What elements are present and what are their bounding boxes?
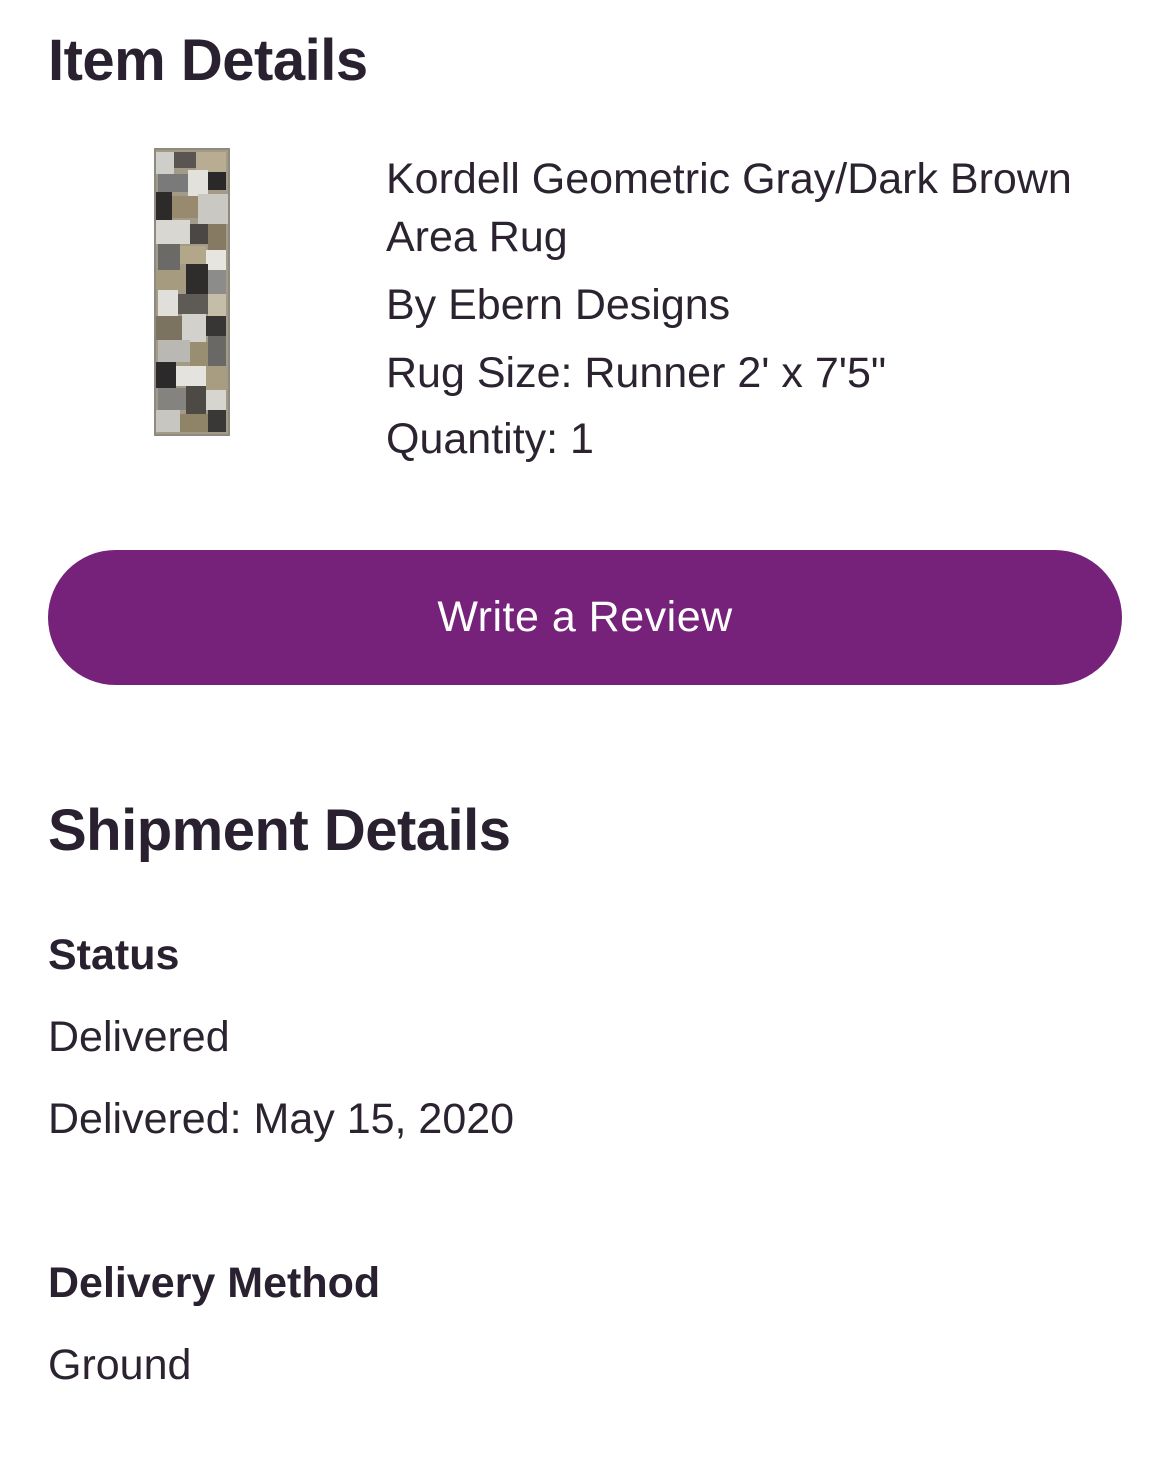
item-details-heading: Item Details [48, 28, 368, 93]
shipment-details-heading: Shipment Details [48, 798, 511, 863]
status-label: Status [48, 931, 180, 979]
delivery-method-label: Delivery Method [48, 1259, 381, 1307]
product-name-link[interactable]: Kordell Geometric Gray/Dark Brown Area R… [386, 150, 1106, 266]
product-brand: By Ebern Designs [386, 281, 731, 329]
write-review-button[interactable]: Write a Review [48, 550, 1122, 685]
product-thumbnail-image[interactable] [154, 148, 230, 436]
product-quantity: Quantity: 1 [386, 415, 594, 463]
delivery-method-value: Ground [48, 1341, 192, 1389]
item-info: Kordell Geometric Gray/Dark Brown Area R… [386, 150, 1106, 468]
delivered-date: Delivered: May 15, 2020 [48, 1095, 515, 1143]
product-rug-size: Rug Size: Runner 2' x 7'5" [386, 349, 887, 397]
status-value: Delivered [48, 1013, 230, 1061]
